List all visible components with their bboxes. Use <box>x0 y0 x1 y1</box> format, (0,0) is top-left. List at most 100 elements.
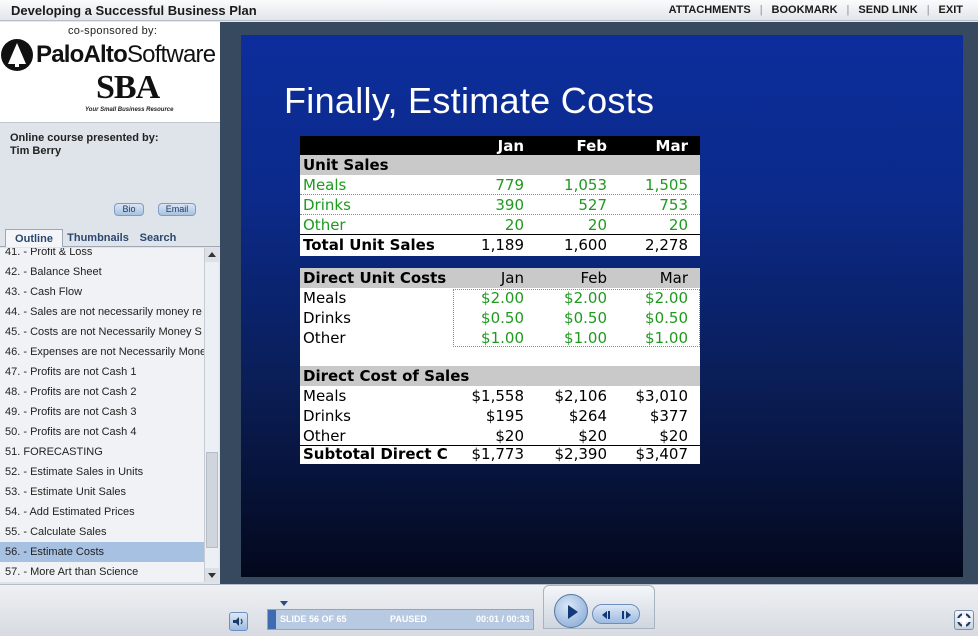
cell: 527 <box>578 196 607 214</box>
outline-item[interactable]: 47. - Profits are not Cash 1 <box>0 362 204 382</box>
outline-item[interactable]: 48. - Profits are not Cash 2 <box>0 382 204 402</box>
sidebar: co-sponsored by: PaloAltoSoftware SBA Yo… <box>0 22 220 584</box>
tab-search[interactable]: Search <box>134 229 182 247</box>
progress-fill <box>268 610 276 629</box>
cosponsor-label: co-sponsored by: <box>68 25 158 37</box>
sidebar-tabs: Outline Thumbnails Search <box>0 225 220 247</box>
outline-item[interactable]: 46. - Expenses are not Necessarily Mone <box>0 342 204 362</box>
outline-item[interactable]: 49. - Profits are not Cash 3 <box>0 402 204 422</box>
outline-item[interactable]: 52. - Estimate Sales in Units <box>0 462 204 482</box>
table-row: Meals 779 1,053 1,505 <box>300 175 700 195</box>
table-row: Other 20 20 20 <box>300 215 700 235</box>
slide-counter: SLIDE 56 OF 65 <box>280 614 347 624</box>
progress-bar[interactable]: SLIDE 56 OF 65 PAUSED 00:01 / 00:33 <box>267 609 534 630</box>
cell: $20 <box>495 427 524 445</box>
outline-item[interactable]: 55. - Calculate Sales <box>0 522 204 542</box>
tab-thumbnails[interactable]: Thumbnails <box>66 229 130 247</box>
scroll-up-button[interactable] <box>205 248 219 262</box>
unit-sales-table: Jan Feb Mar Unit Sales Meals 779 1,053 1… <box>300 136 700 256</box>
cell: $20 <box>578 427 607 445</box>
scroll-thumb[interactable] <box>206 452 218 548</box>
bio-button[interactable]: Bio <box>114 203 144 216</box>
cell: $2,106 <box>554 387 608 405</box>
outline-item[interactable]: 56. - Estimate Costs <box>0 542 204 562</box>
palo-alto-wordmark: PaloAltoSoftware <box>36 41 216 68</box>
sponsor-logos: co-sponsored by: PaloAltoSoftware SBA Yo… <box>0 22 220 123</box>
outline-item[interactable]: 50. - Profits are not Cash 4 <box>0 422 204 442</box>
section-row: Unit Sales <box>300 155 700 175</box>
cell: $1,773 <box>471 445 525 463</box>
section-row: Direct Cost of Sales <box>300 366 700 386</box>
header-cell: Feb <box>580 269 607 287</box>
fullscreen-button[interactable] <box>954 610 974 630</box>
outline-item[interactable]: 43. - Cash Flow <box>0 282 204 302</box>
direct-cost-of-sales-table: Direct Cost of Sales Meals $1,558 $2,106… <box>300 366 700 464</box>
direct-unit-costs-table: Direct Unit Costs Jan Feb Mar Meals $2.0… <box>300 268 700 368</box>
attachments-link[interactable]: ATTACHMENTS <box>660 4 760 16</box>
section-label: Direct Cost of Sales <box>303 367 470 385</box>
row-label: Drinks <box>303 407 351 425</box>
play-icon <box>568 605 578 619</box>
cell: 2,278 <box>645 236 688 254</box>
input-cells-frame <box>453 289 700 347</box>
exit-link[interactable]: EXIT <box>930 4 972 16</box>
volume-button[interactable] <box>229 612 248 631</box>
play-button[interactable] <box>554 594 588 628</box>
cell: 779 <box>495 176 524 194</box>
row-label: Total Unit Sales <box>303 236 435 254</box>
sba-logo: SBA <box>96 69 160 106</box>
cell: 1,189 <box>481 236 524 254</box>
outline-item[interactable]: 44. - Sales are not necessarily money re <box>0 302 204 322</box>
presenter-label: Online course presented by: <box>10 132 159 144</box>
scroll-down-button[interactable] <box>205 568 219 582</box>
cell: $195 <box>485 407 524 425</box>
email-button[interactable]: Email <box>158 203 196 216</box>
table-row: Meals $1,558 $2,106 $3,010 <box>300 386 700 406</box>
outline-item[interactable]: 41. - Profit & Loss <box>0 248 204 262</box>
cell: $2,390 <box>554 445 608 463</box>
row-label: Meals <box>303 387 347 405</box>
presenter-info: Online course presented by: Tim Berry <box>10 132 159 158</box>
outline-item[interactable]: 42. - Balance Sheet <box>0 262 204 282</box>
row-label: Drinks <box>303 196 351 214</box>
cell: $20 <box>659 427 688 445</box>
cell: 20 <box>504 216 524 234</box>
total-row: Subtotal Direct C $1,773 $2,390 $3,407 <box>300 444 700 464</box>
send-link-link[interactable]: SEND LINK <box>849 4 926 16</box>
cell: $264 <box>568 407 607 425</box>
time-display: 00:01 / 00:33 <box>476 614 530 624</box>
header-cell: Mar <box>655 137 688 155</box>
section-label: Direct Unit Costs <box>303 269 447 287</box>
row-label: Meals <box>303 176 347 194</box>
outline-item[interactable]: 54. - Add Estimated Prices <box>0 502 204 522</box>
course-title: Developing a Successful Business Plan <box>11 3 257 18</box>
outline-item[interactable]: 53. - Estimate Unit Sales <box>0 482 204 502</box>
arrow-down-icon <box>208 573 216 578</box>
header-cell: Jan <box>500 269 524 287</box>
tab-outline[interactable]: Outline <box>5 229 63 247</box>
presenter-name: Tim Berry <box>10 145 62 157</box>
cell: 1,505 <box>645 176 688 194</box>
table-row: Drinks $195 $264 $377 <box>300 406 700 426</box>
cell: $1,558 <box>471 387 525 405</box>
row-label: Meals <box>303 289 347 307</box>
outline-scrollbar[interactable] <box>204 248 219 582</box>
outline-list: 41. - Profit & Loss 42. - Balance Sheet 43… <box>0 248 204 582</box>
cell: 753 <box>659 196 688 214</box>
title-bar: Developing a Successful Business Plan AT… <box>0 0 978 21</box>
outline-item[interactable]: 51. FORECASTING <box>0 442 204 462</box>
cell: 20 <box>668 216 688 234</box>
skip-controls[interactable] <box>592 604 640 624</box>
cell: $377 <box>649 407 688 425</box>
skip-back-forward-icon <box>602 611 631 619</box>
cell: 1,053 <box>564 176 607 194</box>
top-menu: ATTACHMENTS | BOOKMARK | SEND LINK | EXI… <box>660 4 972 16</box>
arrow-up-icon <box>208 252 216 257</box>
outline-item[interactable]: 45. - Costs are not Necessarily Money S <box>0 322 204 342</box>
outline-item[interactable]: 57. - More Art than Science <box>0 562 204 582</box>
cell: $3,407 <box>635 445 689 463</box>
cell: 390 <box>495 196 524 214</box>
speaker-icon <box>233 617 243 626</box>
progress-marker-icon[interactable] <box>280 601 288 606</box>
bookmark-link[interactable]: BOOKMARK <box>763 4 847 16</box>
